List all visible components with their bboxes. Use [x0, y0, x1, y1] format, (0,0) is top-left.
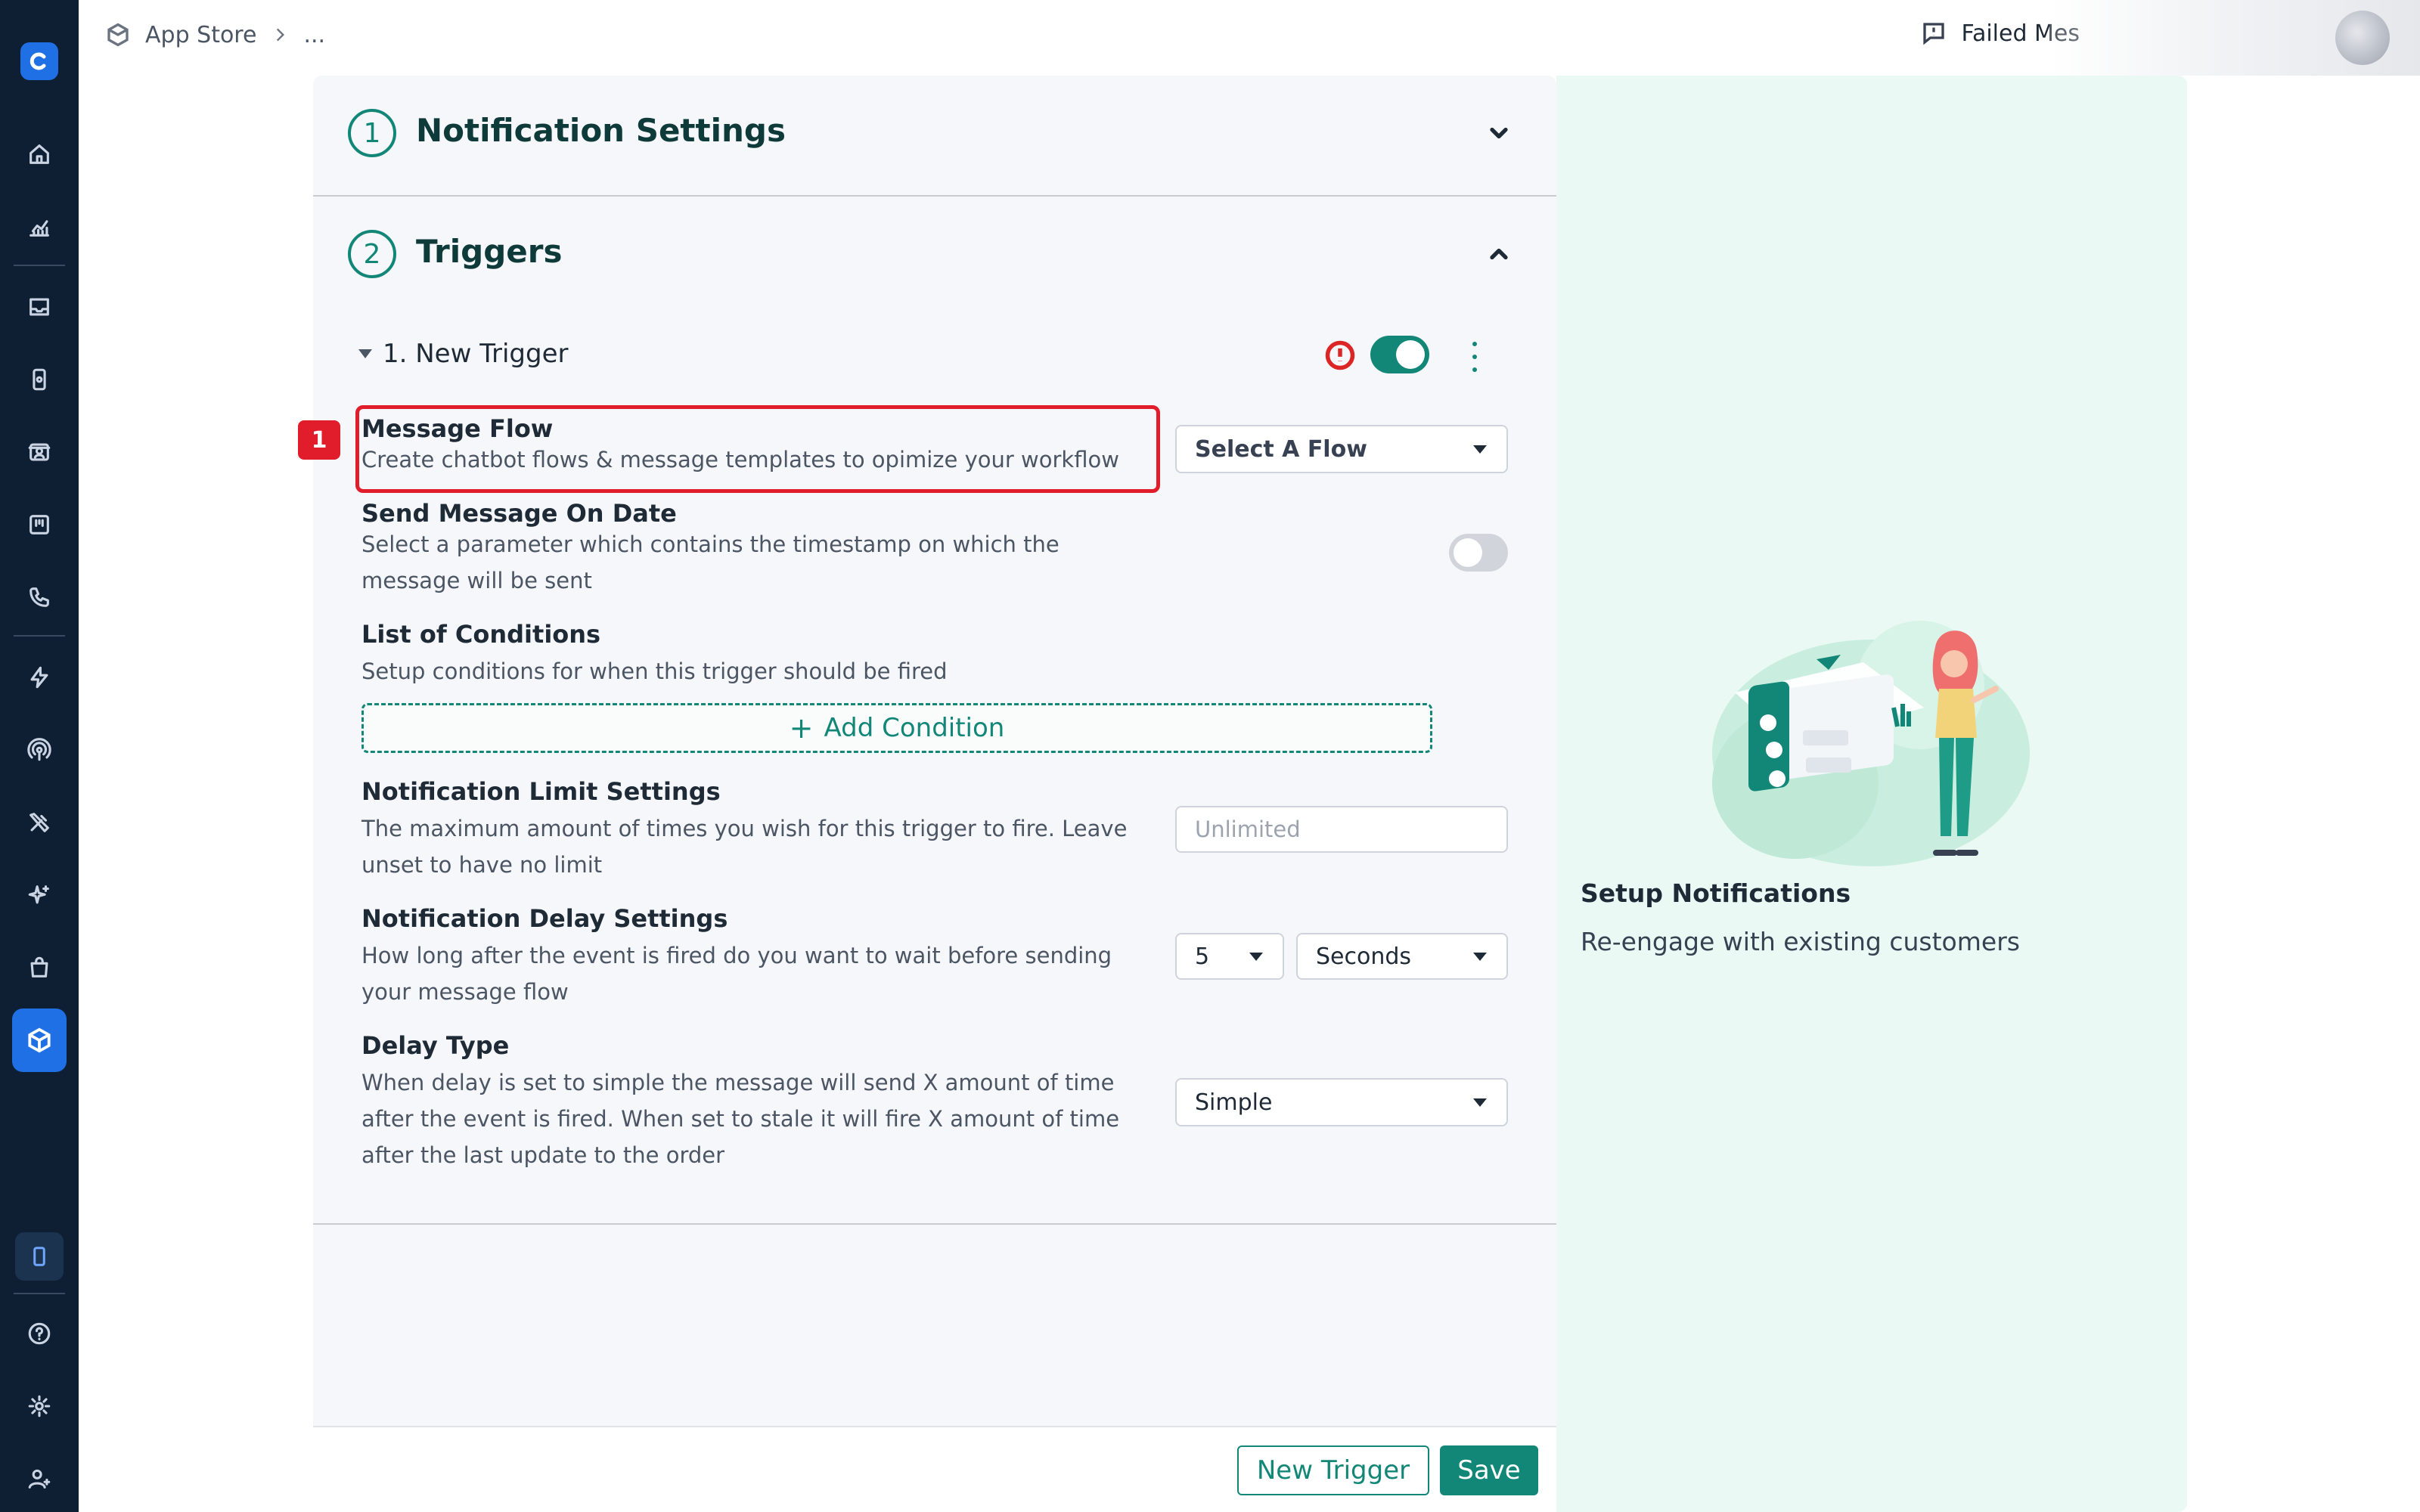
- annotation-highlight-box: [355, 405, 1160, 493]
- limit-placeholder: Unlimited: [1195, 816, 1301, 842]
- breadcrumb-app-store[interactable]: App Store: [145, 22, 256, 48]
- add-condition-label: Add Condition: [824, 713, 1005, 743]
- save-button[interactable]: Save: [1440, 1445, 1538, 1495]
- divider: [313, 1223, 1556, 1225]
- top-bar: App Store ... Failed Mes: [79, 0, 2420, 76]
- avatar[interactable]: [2335, 11, 2390, 65]
- warning-icon[interactable]: [1323, 339, 1357, 372]
- limit-title: Notification Limit Settings: [361, 777, 721, 806]
- delay-amount-value: 5: [1195, 943, 1210, 970]
- info-subtitle: Re-engage with existing customers: [1581, 927, 2020, 956]
- analytics-icon[interactable]: [21, 209, 57, 245]
- send-on-date-toggle[interactable]: [1449, 534, 1508, 572]
- sidebar: [0, 0, 79, 1512]
- notification-illustration: [1712, 621, 2030, 866]
- mobile-settings-icon[interactable]: [21, 361, 57, 398]
- more-options-icon[interactable]: [1470, 342, 1479, 372]
- conditions-desc: Setup conditions for when this trigger s…: [361, 658, 948, 684]
- delay-type-title: Delay Type: [361, 1031, 510, 1060]
- delay-type-select[interactable]: Simple: [1175, 1078, 1508, 1126]
- app-store-icon[interactable]: [12, 1009, 67, 1072]
- delay-type-desc: When delay is set to simple the message …: [361, 1070, 1120, 1168]
- delay-unit-value: Seconds: [1316, 943, 1412, 970]
- flow-select-value: Select A Flow: [1195, 435, 1367, 463]
- delay-unit-select[interactable]: Seconds: [1296, 933, 1508, 980]
- breadcrumb-more[interactable]: ...: [303, 22, 325, 48]
- sparkle-icon[interactable]: [21, 877, 57, 913]
- trigger-enabled-toggle[interactable]: [1370, 336, 1429, 373]
- app-store-breadcrumb-icon: [107, 23, 129, 47]
- contacts-icon[interactable]: [21, 434, 57, 470]
- section-number: 2: [348, 230, 396, 278]
- board-icon[interactable]: [21, 507, 57, 543]
- plus-icon: +: [789, 711, 814, 745]
- delay-type-value: Simple: [1195, 1089, 1273, 1116]
- flow-select[interactable]: Select A Flow: [1175, 425, 1508, 473]
- send-on-date-desc: Select a parameter which contains the ti…: [361, 531, 1060, 593]
- broadcast-icon[interactable]: [21, 732, 57, 768]
- delay-title: Notification Delay Settings: [361, 904, 728, 933]
- gear-icon[interactable]: [21, 1388, 57, 1424]
- device-icon[interactable]: [15, 1232, 64, 1281]
- tools-icon[interactable]: [21, 804, 57, 841]
- lightning-icon[interactable]: [21, 659, 57, 696]
- delay-amount-select[interactable]: 5: [1175, 933, 1284, 980]
- home-icon[interactable]: [21, 136, 57, 172]
- delay-desc: How long after the event is fired do you…: [361, 943, 1112, 1005]
- chevron-up-icon[interactable]: [1485, 240, 1512, 268]
- message-alert-icon: [1923, 23, 1945, 45]
- trigger-header: 1. New Trigger: [358, 336, 1523, 384]
- app-logo[interactable]: [20, 42, 58, 80]
- section-notification-settings[interactable]: 1 Notification Settings: [313, 76, 1556, 197]
- breadcrumb: App Store ...: [104, 21, 325, 48]
- add-condition-button[interactable]: + Add Condition: [361, 703, 1432, 753]
- chevron-right-icon: [277, 28, 285, 42]
- inbox-icon[interactable]: [21, 289, 57, 325]
- limit-input[interactable]: Unlimited: [1175, 806, 1508, 853]
- info-title: Setup Notifications: [1581, 878, 1851, 908]
- conditions-title: List of Conditions: [361, 620, 601, 649]
- section-title: Notification Settings: [416, 112, 786, 149]
- user-settings-icon[interactable]: [21, 1461, 57, 1497]
- new-trigger-button[interactable]: New Trigger: [1237, 1445, 1429, 1495]
- help-icon[interactable]: [21, 1315, 57, 1352]
- section-number: 1: [348, 109, 396, 157]
- limit-desc: The maximum amount of times you wish for…: [361, 816, 1128, 878]
- annotation-badge: 1: [298, 420, 340, 460]
- send-on-date-title: Send Message On Date: [361, 499, 677, 528]
- caret-down-icon[interactable]: [358, 349, 372, 358]
- section-title-triggers: Triggers: [416, 233, 563, 270]
- trigger-form-panel: 1 Notification Settings 2 Triggers 1. Ne…: [313, 76, 1556, 1512]
- chevron-down-icon[interactable]: [1485, 119, 1512, 147]
- phone-icon[interactable]: [21, 579, 57, 615]
- shopping-bag-icon[interactable]: [21, 950, 57, 986]
- trigger-name[interactable]: 1. New Trigger: [383, 339, 568, 369]
